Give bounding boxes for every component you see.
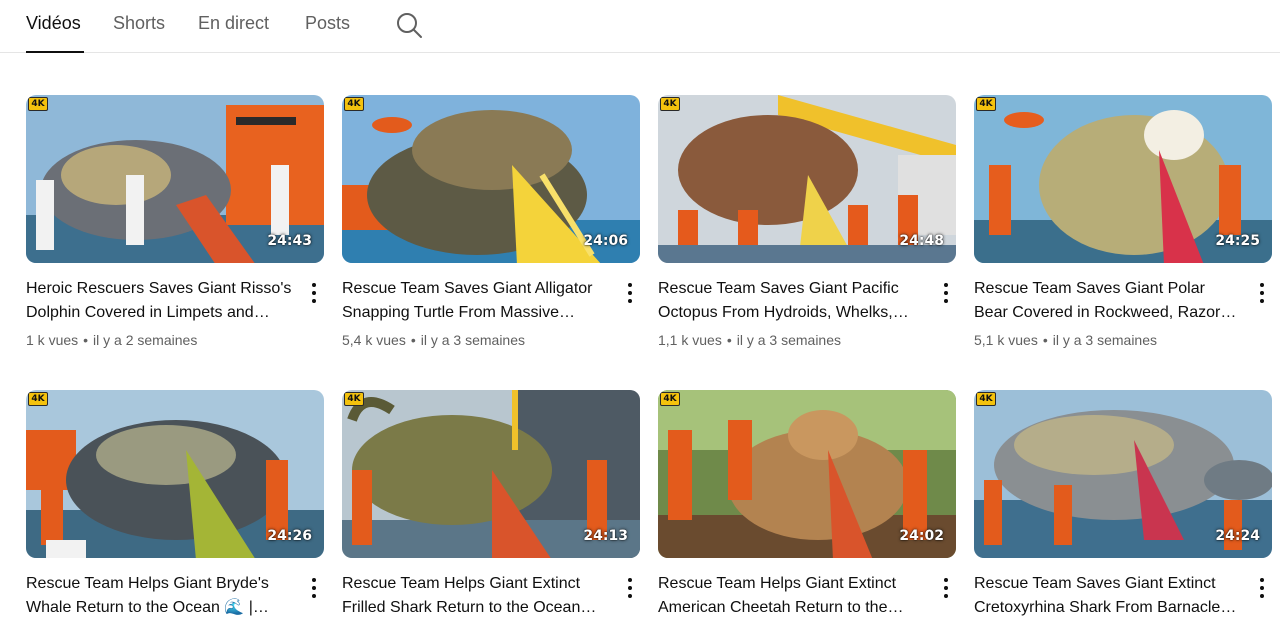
video-title[interactable]: Rescue Team Saves Giant Alligator Snappi… <box>342 277 618 325</box>
video-thumbnail[interactable]: 4K 24:25 <box>974 95 1272 263</box>
video-title[interactable]: Rescue Team Helps Giant Extinct Frilled … <box>342 572 618 620</box>
video-title-line: American Cheetah Return to the… <box>658 599 904 616</box>
more-actions-button[interactable] <box>936 281 956 305</box>
video-title-line: Heroic Rescuers Saves Giant Risso's <box>26 280 292 297</box>
more-actions-button[interactable] <box>620 576 640 600</box>
video-duration: 24:26 <box>267 528 312 544</box>
video-title[interactable]: Rescue Team Helps Giant Bryde's Whale Re… <box>26 572 302 620</box>
video-title[interactable]: Rescue Team Helps Giant Extinct American… <box>658 572 934 620</box>
search-button[interactable] <box>394 10 424 40</box>
video-duration: 24:02 <box>899 528 944 544</box>
more-actions-button[interactable] <box>1252 576 1272 600</box>
video-duration: 24:24 <box>1215 528 1260 544</box>
video-duration: 24:06 <box>583 233 628 249</box>
tab-shorts[interactable]: Shorts <box>113 13 165 53</box>
upload-age: il y a 3 semaines <box>736 332 842 348</box>
badge-4k: 4K <box>660 392 680 406</box>
video-title-line: Rescue Team Saves Giant Polar <box>974 280 1205 297</box>
upload-age: il y a 2 semaines <box>93 332 198 348</box>
video-duration: 24:43 <box>267 233 312 249</box>
tab-videos[interactable]: Vidéos <box>26 13 84 53</box>
video-title-line: Rescue Team Helps Giant Extinct <box>342 575 581 592</box>
badge-4k: 4K <box>976 97 996 111</box>
badge-4k: 4K <box>344 392 364 406</box>
video-thumbnail[interactable]: 4K 24:43 <box>26 95 324 263</box>
video-thumbnail[interactable]: 4K 24:13 <box>342 390 640 558</box>
channel-tabs: Vidéos Shorts En direct Posts <box>0 0 1280 53</box>
video-title-line: Rescue Team Saves Giant Pacific <box>658 280 899 297</box>
upload-age: il y a 3 semaines <box>1052 332 1158 348</box>
meta-separator: • <box>726 332 732 348</box>
video-meta: 1 k vues • il y a 2 semaines <box>26 332 197 348</box>
video-title-line: Bear Covered in Rockweed, Razor… <box>974 304 1237 321</box>
video-title[interactable]: Rescue Team Saves Giant Pacific Octopus … <box>658 277 934 325</box>
video-meta: 1,1 k vues • il y a 3 semaines <box>658 332 841 348</box>
view-count: 5,1 k vues <box>974 332 1038 348</box>
tab-live[interactable]: En direct <box>198 13 269 53</box>
video-title[interactable]: Rescue Team Saves Giant Extinct Cretoxyr… <box>974 572 1250 620</box>
video-title[interactable]: Heroic Rescuers Saves Giant Risso's Dolp… <box>26 277 302 325</box>
more-actions-button[interactable] <box>1252 281 1272 305</box>
view-count: 5,4 k vues <box>342 332 406 348</box>
video-title-line: Rescue Team Saves Giant Alligator <box>342 280 593 297</box>
video-thumbnail[interactable]: 4K 24:26 <box>26 390 324 558</box>
video-title-line: Whale Return to the Ocean 🌊 |… <box>26 599 269 616</box>
video-title-line: Frilled Shark Return to the Ocean… <box>342 599 597 616</box>
video-title-line: Rescue Team Helps Giant Extinct <box>658 575 897 592</box>
video-meta: 5,4 k vues • il y a 3 semaines <box>342 332 525 348</box>
video-duration: 24:48 <box>899 233 944 249</box>
video-thumbnail[interactable]: 4K 24:02 <box>658 390 956 558</box>
more-actions-button[interactable] <box>936 576 956 600</box>
badge-4k: 4K <box>28 392 48 406</box>
video-title[interactable]: Rescue Team Saves Giant Polar Bear Cover… <box>974 277 1250 325</box>
meta-separator: • <box>410 332 416 348</box>
video-meta: 5,1 k vues • il y a 3 semaines <box>974 332 1157 348</box>
video-thumbnail[interactable]: 4K 24:06 <box>342 95 640 263</box>
video-title-line: Rescue Team Helps Giant Bryde's <box>26 575 269 592</box>
video-title-line: Rescue Team Saves Giant Extinct <box>974 575 1216 592</box>
view-count: 1 k vues <box>26 332 79 348</box>
video-title-line: Snapping Turtle From Massive… <box>342 304 575 321</box>
badge-4k: 4K <box>344 97 364 111</box>
video-title-line: Octopus From Hydroids, Whelks,… <box>658 304 909 321</box>
video-duration: 24:13 <box>583 528 628 544</box>
search-icon <box>397 13 422 38</box>
upload-age: il y a 3 semaines <box>420 332 526 348</box>
badge-4k: 4K <box>28 97 48 111</box>
meta-separator: • <box>1042 332 1048 348</box>
more-actions-button[interactable] <box>304 576 324 600</box>
badge-4k: 4K <box>976 392 996 406</box>
video-title-line: Cretoxyrhina Shark From Barnacle… <box>974 599 1237 616</box>
video-duration: 24:25 <box>1215 233 1260 249</box>
video-thumbnail[interactable]: 4K 24:24 <box>974 390 1272 558</box>
view-count: 1,1 k vues <box>658 332 722 348</box>
video-thumbnail[interactable]: 4K 24:48 <box>658 95 956 263</box>
meta-separator: • <box>83 332 89 348</box>
more-actions-button[interactable] <box>304 281 324 305</box>
more-actions-button[interactable] <box>620 281 640 305</box>
badge-4k: 4K <box>660 97 680 111</box>
tab-posts[interactable]: Posts <box>305 13 350 53</box>
video-title-line: Dolphin Covered in Limpets and… <box>26 304 270 321</box>
